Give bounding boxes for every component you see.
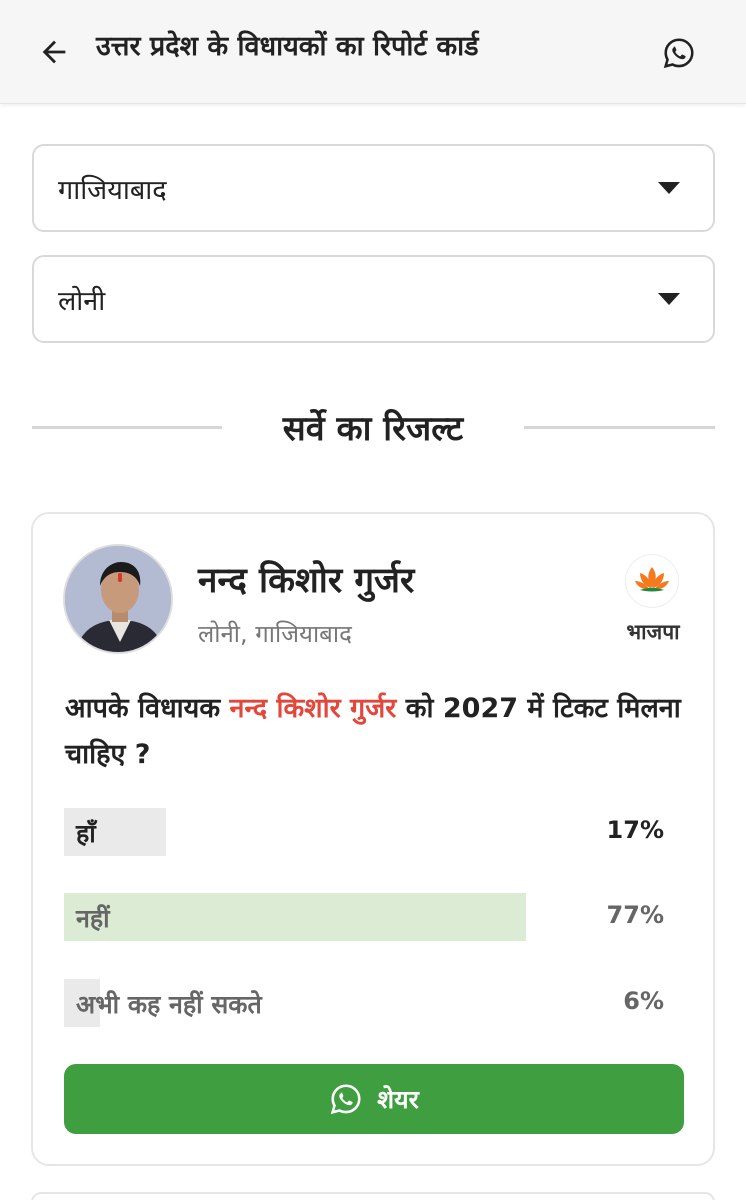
avatar [63, 544, 173, 654]
page-title: उत्तर प्रदेश के विधायकों का रिपोर्ट कार्… [96, 31, 479, 62]
question-prefix: आपके विधायक [65, 693, 230, 724]
section-divider-left [32, 426, 222, 429]
district-select[interactable]: गाजियाबाद [32, 144, 715, 232]
chevron-down-icon [658, 293, 680, 305]
mla-name: नन्द किशोर गुर्जर [198, 561, 415, 601]
whatsapp-icon [330, 1084, 361, 1115]
survey-result-card: नन्द किशोर गुर्जर लोनी, गाजियाबाद भाजपा … [31, 512, 715, 1166]
poll-option-percent: 6% [623, 987, 664, 1015]
lotus-icon [635, 567, 669, 592]
poll-option-percent: 17% [606, 816, 664, 844]
constituency-select-value: लोनी [58, 286, 106, 317]
district-select-value: गाजियाबाद [58, 175, 167, 206]
arrow-left-icon [42, 40, 66, 64]
poll-option-label: अभी कह नहीं सकते [76, 990, 262, 1019]
poll-question: आपके विधायक नन्द किशोर गुर्जर को 2027 मे… [65, 686, 685, 778]
poll-bar [64, 893, 526, 941]
party-logo [625, 554, 679, 608]
question-mla-name: नन्द किशोर गुर्जर [229, 693, 397, 724]
mla-photo [65, 546, 171, 652]
whatsapp-share-button[interactable] [656, 30, 702, 76]
poll-option-percent: 77% [606, 901, 664, 929]
poll-option-cant-say: अभी कह नहीं सकते 6% [64, 979, 664, 1027]
poll-option-label: नहीं [76, 904, 110, 933]
chevron-down-icon [658, 182, 680, 194]
back-button[interactable] [30, 28, 78, 76]
constituency-select[interactable]: लोनी [32, 255, 715, 343]
whatsapp-icon [663, 38, 694, 69]
poll-option-no: नहीं 77% [64, 893, 664, 941]
mla-location: लोनी, गाजियाबाद [198, 620, 352, 648]
poll-option-yes: हाँ 17% [64, 808, 664, 856]
poll-option-label: हाँ [76, 819, 96, 848]
next-card-peek [31, 1192, 715, 1200]
share-button-label: शेयर [377, 1085, 419, 1114]
share-button[interactable]: शेयर [64, 1064, 684, 1134]
section-divider-right [524, 426, 715, 429]
app-bar: उत्तर प्रदेश के विधायकों का रिपोर्ट कार्… [0, 0, 746, 104]
section-title: सर्वे का रिजल्ट [282, 409, 464, 449]
party-name: भाजपा [626, 620, 680, 644]
